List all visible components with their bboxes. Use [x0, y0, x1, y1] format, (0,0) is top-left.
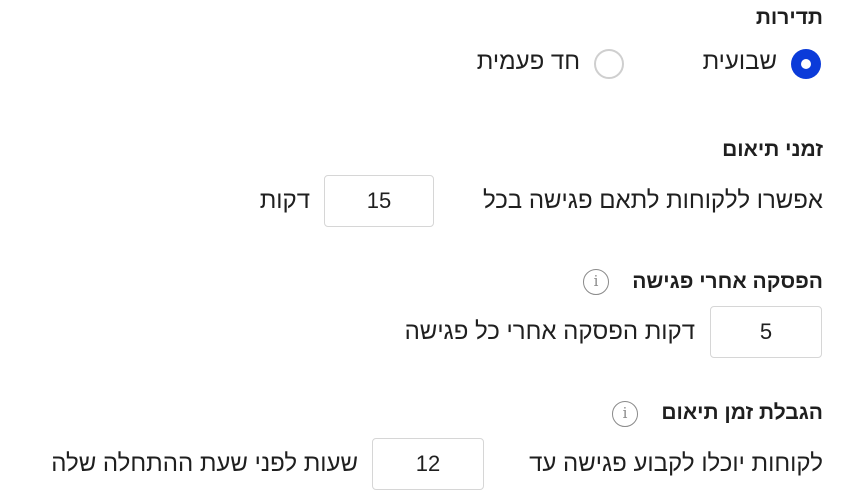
scheduling-limit-heading: הגבלת זמן תיאום: [661, 401, 823, 424]
scheduling-limit-text-before: לקוחות יוכלו לקבוע פגישה עד: [529, 450, 823, 477]
scheduling-times-heading: זמני תיאום: [722, 138, 823, 161]
frequency-weekly-radio[interactable]: [791, 49, 821, 79]
break-minutes-text: דקות הפסקה אחרי כל פגישה: [404, 318, 695, 345]
break-after-heading: הפסקה אחרי פגישה: [632, 270, 823, 293]
frequency-heading: תדירות: [755, 6, 823, 29]
info-icon[interactable]: i: [583, 269, 609, 295]
scheduling-limit-text-after: שעות לפני שעת ההתחלה שלה: [51, 450, 358, 477]
break-minutes-input[interactable]: [710, 306, 822, 358]
frequency-one-time-radio[interactable]: [594, 49, 624, 79]
info-icon[interactable]: i: [612, 401, 638, 427]
scheduling-interval-text: אפשרו ללקוחות לתאם פגישה בכל: [482, 187, 823, 214]
scheduling-interval-unit: דקות: [259, 187, 310, 214]
frequency-weekly-label[interactable]: שבועית: [703, 48, 777, 76]
scheduling-interval-input[interactable]: [324, 175, 434, 227]
frequency-one-time-label[interactable]: חד פעמית: [477, 48, 580, 76]
scheduling-limit-hours-input[interactable]: [372, 438, 484, 490]
